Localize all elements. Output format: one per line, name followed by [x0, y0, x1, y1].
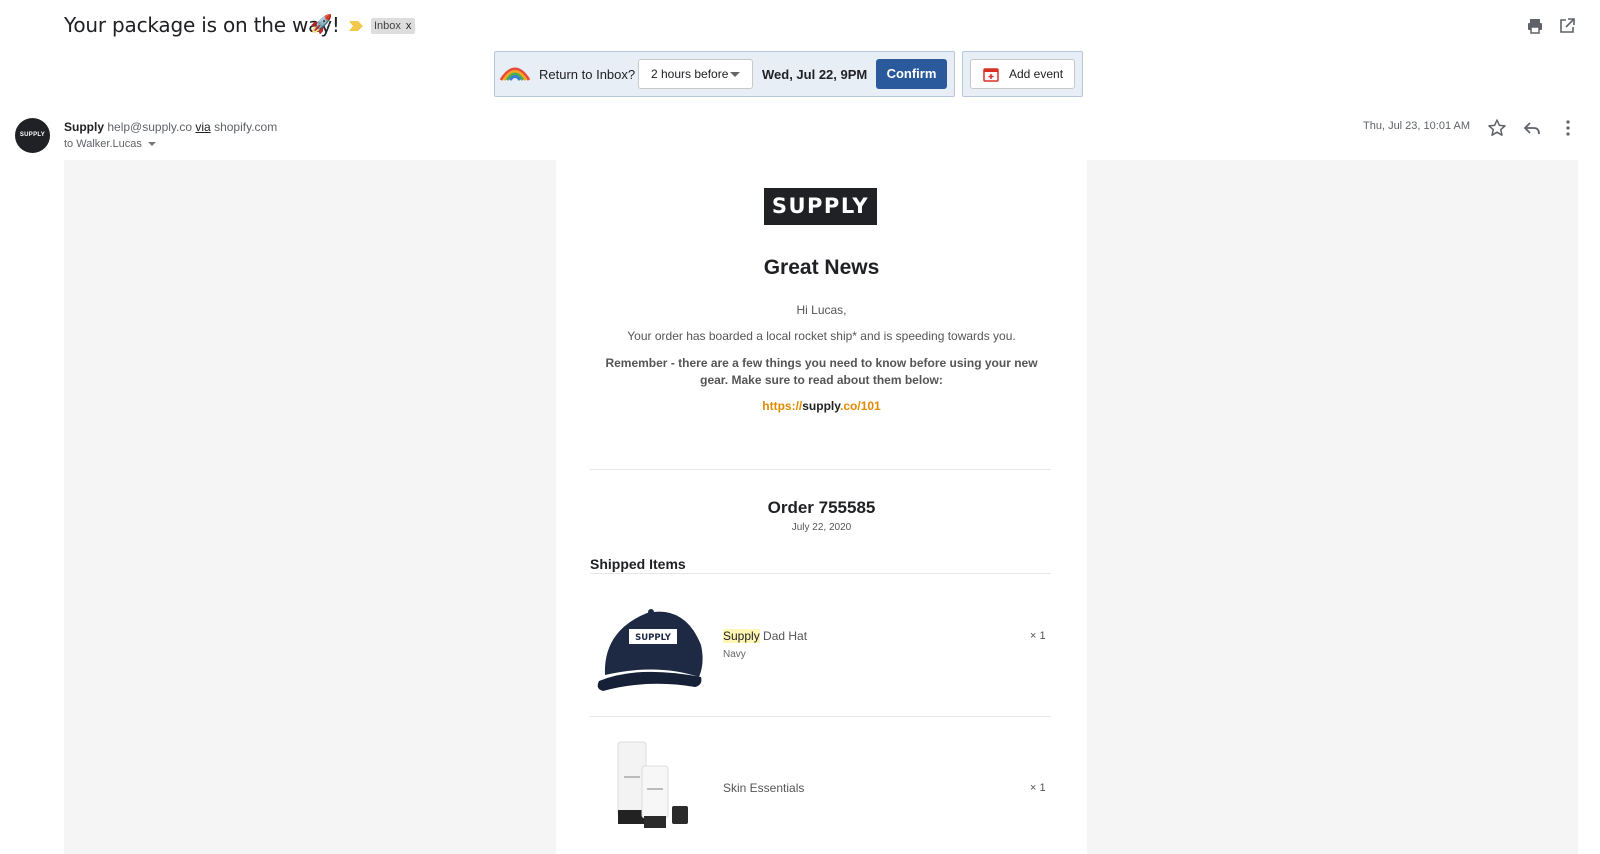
add-event-label: Add event — [1009, 67, 1064, 81]
link-highlight: supply — [802, 399, 841, 413]
confirm-button[interactable]: Confirm — [876, 59, 947, 89]
dad-hat-image: SUPPLY — [597, 609, 703, 691]
order-date: July 22, 2020 — [791, 522, 852, 533]
received-datetime: Thu, Jul 23, 10:01 AM — [1363, 120, 1471, 132]
item-name-rest: Dad Hat — [759, 629, 808, 643]
calendar-icon — [983, 68, 999, 82]
shipping-message: Your order has boarded a local rocket sh… — [627, 329, 1016, 343]
reminder-message: Remember - there are a few things you ne… — [605, 356, 1038, 387]
item-name-highlight: Supply — [723, 629, 760, 643]
open-in-new-window-icon[interactable] — [1558, 17, 1576, 35]
shipped-items-divider — [590, 573, 1051, 574]
item-quantity: × 1 — [1030, 630, 1046, 642]
item-quantity: × 1 — [1030, 782, 1046, 794]
sender-name[interactable]: Supply — [64, 120, 104, 134]
importance-marker-icon[interactable] — [349, 21, 363, 31]
supply-logo[interactable]: SUPPLY — [764, 188, 877, 225]
item-name[interactable]: Supply Dad Hat — [723, 629, 807, 643]
reminder-date: Wed, Jul 22, 9PM — [762, 67, 868, 82]
greeting-text: Hi Lucas, — [796, 303, 847, 317]
via-domain: shopify.com — [214, 120, 278, 134]
skin-essentials-image — [617, 741, 688, 828]
link-suffix: .co/101 — [840, 399, 881, 413]
reminder-time-select[interactable]: 2 hours before — [638, 59, 753, 89]
order-number: Order 755585 — [767, 498, 876, 517]
chevron-down-icon — [730, 72, 740, 77]
via-link[interactable]: via — [195, 120, 210, 134]
more-options-icon[interactable] — [1558, 118, 1578, 138]
email-headline: Great News — [763, 256, 880, 279]
supply-101-link[interactable]: https://supply.co/101 — [556, 399, 1087, 413]
shipped-items-heading: Shipped Items — [590, 556, 686, 572]
link-prefix: https:// — [762, 399, 803, 413]
reply-icon[interactable] — [1522, 118, 1542, 138]
inbox-label-chip: Inbox x — [371, 18, 416, 34]
item-variant: Navy — [723, 649, 746, 660]
item-name[interactable]: Skin Essentials — [723, 781, 804, 795]
sender-line: Supply help@supply.co via shopify.com — [64, 120, 277, 134]
rainbow-logo-icon — [499, 67, 531, 81]
reminder-time-value: 2 hours before — [651, 67, 729, 81]
return-to-inbox-label: Return to Inbox? — [539, 67, 636, 82]
section-divider — [590, 469, 1051, 470]
show-details-chevron-icon[interactable] — [147, 142, 156, 147]
star-icon[interactable] — [1487, 118, 1507, 138]
item-divider — [590, 716, 1051, 717]
hat-logo-text: SUPPLY — [635, 633, 672, 643]
sender-avatar[interactable]: SUPPLY — [15, 118, 50, 153]
sender-email: help@supply.co — [107, 120, 193, 134]
email-subject: Your package is on the way! — [64, 13, 340, 37]
rocket-emoji: 🚀 — [310, 14, 333, 34]
recipient-line[interactable]: to Walker.Lucas — [64, 138, 156, 150]
remove-label-button[interactable]: x — [406, 18, 412, 34]
print-icon[interactable] — [1526, 17, 1544, 35]
inbox-label-text: Inbox — [374, 20, 401, 32]
recipient-text: to Walker.Lucas — [64, 138, 142, 150]
add-event-button[interactable]: Add event — [970, 59, 1075, 89]
